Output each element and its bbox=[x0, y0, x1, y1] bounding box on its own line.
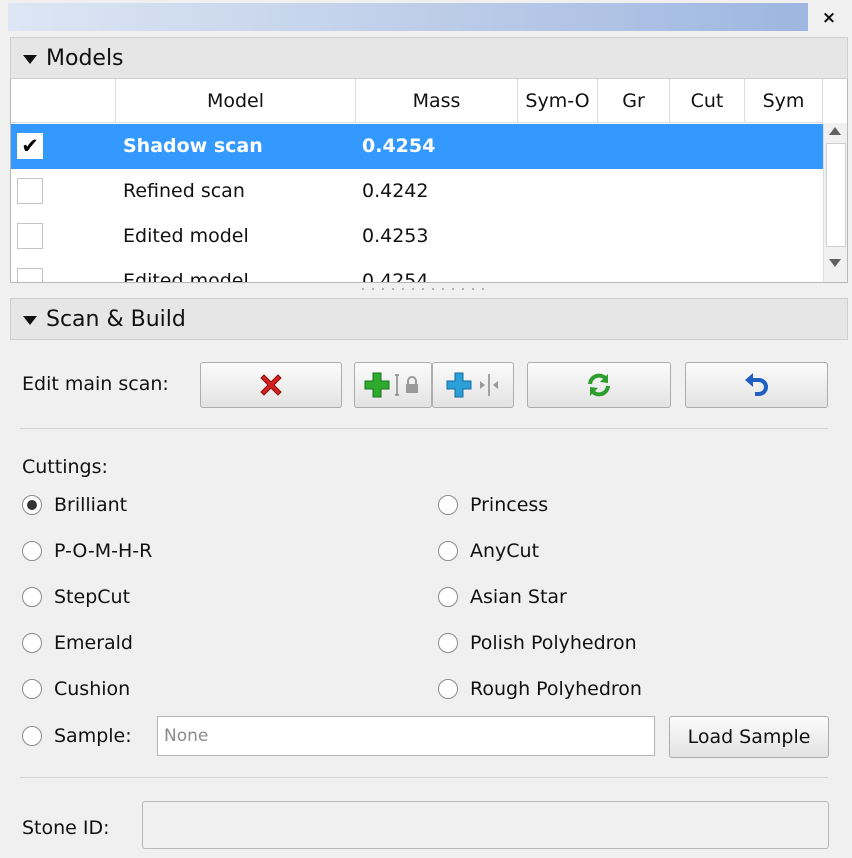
refresh-scan-button[interactable] bbox=[527, 362, 671, 408]
load-sample-button[interactable]: Load Sample bbox=[669, 716, 829, 758]
radio-label: Brilliant bbox=[54, 494, 128, 516]
column-header-check[interactable] bbox=[11, 79, 116, 123]
radio-button[interactable] bbox=[438, 495, 458, 515]
scroll-down-icon[interactable] bbox=[829, 259, 841, 267]
radio-label: Polish Polyhedron bbox=[470, 632, 637, 654]
separator bbox=[20, 428, 828, 429]
row-checkbox[interactable] bbox=[17, 178, 43, 204]
sample-input[interactable]: None bbox=[157, 716, 655, 756]
collapse-triangle-icon bbox=[23, 315, 37, 325]
radio-label: Asian Star bbox=[470, 586, 567, 608]
edit-main-scan-label: Edit main scan: bbox=[22, 373, 169, 395]
scrollbar-thumb[interactable] bbox=[826, 143, 846, 247]
models-section-header[interactable]: Models bbox=[10, 37, 848, 79]
model-mass: 0.4254 bbox=[362, 270, 429, 283]
separator bbox=[20, 777, 828, 778]
stone-id-label: Stone ID: bbox=[22, 817, 110, 839]
radio-rough-polyhedron[interactable]: Rough Polyhedron bbox=[438, 678, 642, 700]
radio-label: Rough Polyhedron bbox=[470, 678, 642, 700]
titlebar-gradient[interactable] bbox=[8, 3, 808, 31]
table-row[interactable]: Refined scan 0.4242 bbox=[11, 169, 823, 214]
delete-x-icon bbox=[260, 374, 282, 396]
radio-sample[interactable]: Sample: bbox=[22, 725, 132, 747]
radio-button[interactable] bbox=[22, 679, 42, 699]
add-green-plus-icon bbox=[364, 372, 390, 398]
radio-label: Emerald bbox=[54, 632, 133, 654]
radio-brilliant[interactable]: Brilliant bbox=[22, 494, 127, 516]
column-header-gr[interactable]: Gr bbox=[598, 79, 670, 123]
radio-cushion[interactable]: Cushion bbox=[22, 678, 130, 700]
refresh-icon bbox=[588, 373, 610, 397]
radio-label: AnyCut bbox=[470, 540, 540, 562]
model-name: Refined scan bbox=[123, 180, 245, 202]
models-table: Model Mass Sym-O Gr Cut Sym ✔ Shadow sca… bbox=[10, 79, 848, 283]
radio-button[interactable] bbox=[438, 587, 458, 607]
delete-scan-button[interactable] bbox=[200, 362, 342, 408]
column-header-sym[interactable]: Sym bbox=[745, 79, 823, 123]
table-row[interactable]: Edited model 0.4253 bbox=[11, 214, 823, 259]
table-row[interactable]: Edited model 0.4254 bbox=[11, 259, 823, 283]
scan-build-section-header[interactable]: Scan & Build bbox=[10, 298, 848, 340]
splitter-handle[interactable] bbox=[360, 286, 490, 292]
row-checkbox[interactable] bbox=[17, 223, 43, 249]
radio-label: Sample: bbox=[54, 725, 132, 747]
radio-button-selected[interactable] bbox=[22, 495, 42, 515]
undo-icon bbox=[744, 373, 768, 396]
radio-button[interactable] bbox=[22, 587, 42, 607]
load-sample-label: Load Sample bbox=[687, 726, 811, 748]
resize-arrows-icon bbox=[480, 374, 498, 396]
radio-label: P-O-M-H-R bbox=[54, 540, 153, 562]
radio-button[interactable] bbox=[22, 726, 42, 746]
radio-label: Cushion bbox=[54, 678, 131, 700]
sample-input-value: None bbox=[164, 726, 209, 746]
radio-button[interactable] bbox=[22, 541, 42, 561]
radio-button[interactable] bbox=[22, 633, 42, 653]
undo-button[interactable] bbox=[685, 362, 828, 408]
radio-polish-polyhedron[interactable]: Polish Polyhedron bbox=[438, 632, 637, 654]
add-locked-button[interactable] bbox=[354, 362, 432, 408]
model-mass: 0.4254 bbox=[362, 135, 436, 157]
radio-label: Princess bbox=[470, 494, 549, 516]
row-checkbox[interactable] bbox=[17, 268, 43, 282]
radio-p-o-m-h-r[interactable]: P-O-M-H-R bbox=[22, 540, 152, 562]
collapse-triangle-icon bbox=[23, 54, 37, 64]
table-row[interactable]: ✔ Shadow scan 0.4254 bbox=[11, 124, 823, 169]
stone-id-input[interactable] bbox=[142, 801, 829, 849]
radio-anycut[interactable]: AnyCut bbox=[438, 540, 539, 562]
radio-stepcut[interactable]: StepCut bbox=[22, 586, 130, 608]
close-icon[interactable]: × bbox=[816, 5, 842, 31]
radio-button[interactable] bbox=[438, 541, 458, 561]
models-section-title: Models bbox=[46, 45, 124, 71]
column-header-cut[interactable]: Cut bbox=[670, 79, 745, 123]
radio-label: StepCut bbox=[54, 586, 131, 608]
model-mass: 0.4242 bbox=[362, 180, 429, 202]
scroll-up-icon[interactable] bbox=[829, 127, 841, 135]
column-header-mass[interactable]: Mass bbox=[356, 79, 518, 123]
model-name: Edited model bbox=[123, 225, 249, 247]
table-scrollbar[interactable] bbox=[823, 123, 847, 282]
row-checkbox[interactable]: ✔ bbox=[17, 133, 43, 159]
scan-build-section-title: Scan & Build bbox=[46, 306, 186, 332]
cuttings-label: Cuttings: bbox=[22, 456, 108, 478]
add-blue-plus-icon bbox=[446, 372, 472, 398]
radio-asian-star[interactable]: Asian Star bbox=[438, 586, 567, 608]
model-name: Shadow scan bbox=[123, 135, 263, 157]
column-header-sym-o[interactable]: Sym-O bbox=[518, 79, 598, 123]
model-name: Edited model bbox=[123, 270, 249, 283]
radio-button[interactable] bbox=[438, 679, 458, 699]
lock-icon bbox=[395, 374, 418, 396]
add-resize-button[interactable] bbox=[432, 362, 514, 408]
radio-princess[interactable]: Princess bbox=[438, 494, 548, 516]
radio-emerald[interactable]: Emerald bbox=[22, 632, 133, 654]
radio-button[interactable] bbox=[438, 633, 458, 653]
column-header-model[interactable]: Model bbox=[116, 79, 356, 123]
model-mass: 0.4253 bbox=[362, 225, 429, 247]
